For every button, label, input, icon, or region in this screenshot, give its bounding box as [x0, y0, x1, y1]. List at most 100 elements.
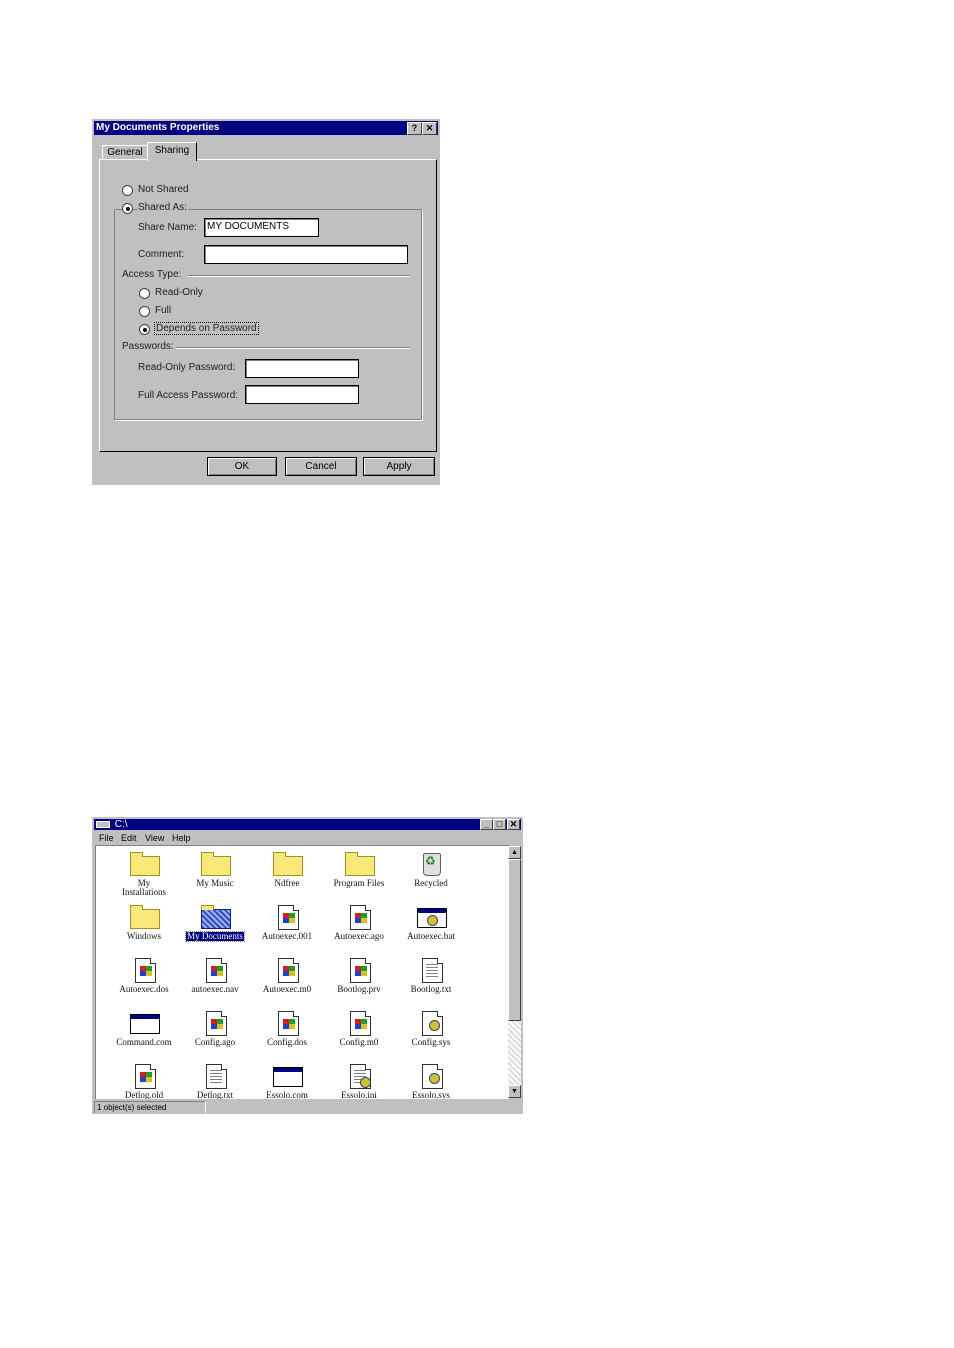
file-item[interactable]: Detlog.txt	[179, 1064, 251, 1099]
tab-sharing[interactable]: Sharing	[147, 142, 197, 161]
menu-edit[interactable]: Edit	[121, 832, 137, 844]
close-button[interactable]: ✕	[422, 122, 437, 135]
menu-file[interactable]: File	[99, 832, 114, 844]
read-only-label: Read-Only	[155, 287, 203, 298]
windows-file-icon	[271, 958, 303, 983]
file-item-label: Program Files	[333, 878, 385, 888]
passwords-divider	[176, 347, 410, 349]
windows-file-icon	[271, 1011, 303, 1036]
file-item-label: Config.m0	[339, 1037, 379, 1047]
file-item[interactable]: Config.dos	[251, 1011, 323, 1047]
system-file-icon	[415, 1011, 447, 1036]
file-item[interactable]: Essolo.sys	[395, 1064, 467, 1099]
file-item[interactable]: Config.sys	[395, 1011, 467, 1047]
file-item[interactable]: Command.com	[108, 1011, 180, 1047]
file-item[interactable]: My Documents	[179, 905, 251, 942]
not-shared-label: Not Shared	[138, 184, 189, 195]
application-icon	[128, 1011, 160, 1035]
passwords-label: Passwords:	[122, 341, 174, 352]
file-item[interactable]: Autoexec.m0	[251, 958, 323, 994]
share-name-field[interactable]: MY DOCUMENTS	[204, 218, 319, 237]
full-radio[interactable]	[139, 306, 150, 317]
scroll-thumb[interactable]	[508, 859, 521, 1021]
comment-label: Comment:	[138, 249, 185, 260]
file-item-label: Autoexec.dos	[119, 984, 169, 994]
tab-sharing-label: Sharing	[154, 145, 190, 156]
file-item[interactable]: Windows	[108, 905, 180, 941]
file-item[interactable]: Essolo.com	[251, 1064, 323, 1099]
file-item-label: Windows	[126, 931, 162, 941]
file-item[interactable]: Autoexec.bat	[395, 905, 467, 941]
comment-field[interactable]	[204, 245, 408, 264]
windows-file-icon	[128, 1064, 160, 1089]
file-item[interactable]: Recycled	[395, 852, 467, 888]
file-item-label: My Installations	[122, 878, 166, 897]
drive-icon	[96, 820, 110, 828]
file-item[interactable]: autoexec.nav	[179, 958, 251, 994]
minimize-button[interactable]: _	[480, 819, 493, 830]
folder-icon	[343, 852, 375, 876]
file-item[interactable]: Essolo.ini	[323, 1064, 395, 1099]
system-file-icon	[415, 1064, 447, 1089]
cancel-button[interactable]: Cancel	[285, 457, 357, 476]
full-access-password-label: Full Access Password:	[138, 390, 239, 401]
file-item[interactable]: Config.ago	[179, 1011, 251, 1047]
close-button[interactable]: ✕	[507, 819, 520, 830]
file-item[interactable]: Bootlog.prv	[323, 958, 395, 994]
file-item-label: Essolo.sys	[412, 1090, 450, 1100]
application-icon	[271, 1064, 303, 1088]
explorer-window: C:\ _ □ ✕ File Edit View Help My Install…	[92, 817, 523, 1114]
file-item-label: Essolo.com	[266, 1090, 308, 1100]
file-item-label: Autoexec.m0	[262, 984, 312, 994]
read-only-password-field[interactable]	[245, 359, 359, 378]
windows-file-icon	[343, 1011, 375, 1036]
ini-file-icon	[343, 1064, 375, 1089]
explorer-titlebar: C:\ _ □ ✕	[94, 819, 521, 830]
folder-icon	[199, 852, 231, 876]
ok-button[interactable]: OK	[207, 457, 277, 476]
explorer-title: C:\	[114, 819, 128, 830]
menu-view[interactable]: View	[145, 832, 164, 844]
windows-file-icon	[343, 958, 375, 983]
sharing-panel: Not Shared Shared As: Share Name: MY DOC…	[99, 159, 437, 452]
file-item[interactable]: Bootlog.txt	[395, 958, 467, 994]
file-item[interactable]: Detlog.old	[108, 1064, 180, 1099]
shared-as-radio[interactable]	[122, 203, 133, 214]
text-file-icon	[415, 958, 447, 983]
folder-icon	[271, 852, 303, 876]
menu-help[interactable]: Help	[172, 832, 191, 844]
folder-icon	[128, 905, 160, 929]
file-list: My Installations My Music Ndfree Program Fi…	[95, 845, 509, 1099]
full-access-password-field[interactable]	[245, 385, 359, 404]
file-item[interactable]: Ndfree	[251, 852, 323, 888]
file-item[interactable]: Autoexec.001	[251, 905, 323, 941]
read-only-radio[interactable]	[139, 288, 150, 299]
file-item[interactable]: Autoexec.ago	[323, 905, 395, 941]
scroll-down-button[interactable]: ▼	[508, 1085, 521, 1098]
apply-button[interactable]: Apply	[363, 457, 435, 476]
scroll-up-button[interactable]: ▲	[508, 846, 521, 859]
file-item-label: My Documents	[185, 931, 245, 942]
depends-on-password-radio[interactable]	[139, 324, 150, 335]
file-item[interactable]: Autoexec.dos	[108, 958, 180, 994]
tab-general[interactable]: General	[102, 145, 148, 160]
file-item-label: Detlog.old	[124, 1090, 164, 1100]
recycle-bin-icon	[415, 852, 447, 876]
file-item[interactable]: Config.m0	[323, 1011, 395, 1047]
file-item-label: Recycled	[414, 878, 448, 888]
maximize-button[interactable]: □	[493, 819, 506, 830]
file-item[interactable]: My Installations	[108, 852, 180, 897]
windows-file-icon	[128, 958, 160, 983]
status-bar: 1 object(s) selected	[94, 1101, 521, 1113]
help-button[interactable]: ?	[407, 122, 422, 135]
not-shared-radio[interactable]	[122, 185, 133, 196]
dialog-title: My Documents Properties	[96, 122, 220, 133]
file-item-label: Command.com	[116, 1037, 172, 1047]
share-name-label: Share Name:	[138, 222, 197, 233]
dialog-titlebar: My Documents Properties ? ✕	[94, 121, 438, 135]
vertical-scrollbar[interactable]: ▲ ▼	[508, 846, 521, 1098]
file-item-label: autoexec.nav	[191, 984, 239, 994]
file-item[interactable]: Program Files	[323, 852, 395, 888]
windows-file-icon	[199, 1011, 231, 1036]
file-item[interactable]: My Music	[179, 852, 251, 888]
